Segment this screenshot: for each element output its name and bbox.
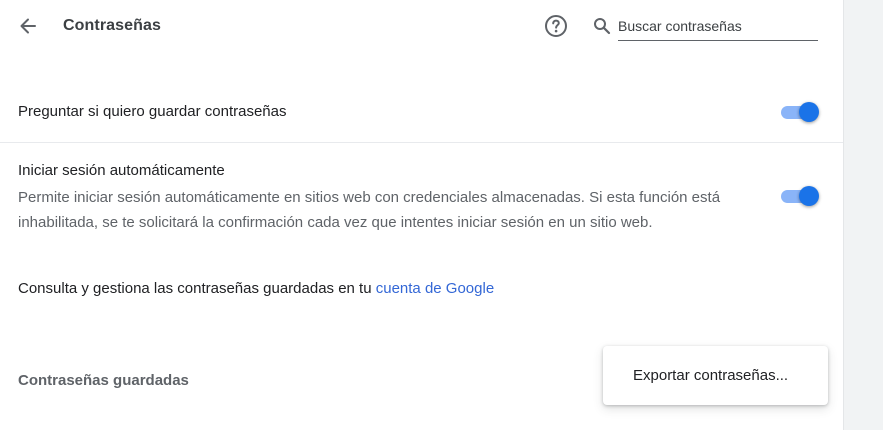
saved-passwords-heading: Contraseñas guardadas — [18, 372, 189, 389]
page-title: Contraseñas — [63, 17, 162, 34]
page-edge-divider — [843, 0, 844, 430]
search-input[interactable] — [618, 12, 818, 41]
passwords-overflow-menu: Exportar contraseñas... — [603, 346, 828, 405]
back-button[interactable] — [12, 12, 44, 44]
auto-signin-description: Permite iniciar sesión automáticamente e… — [18, 189, 721, 231]
toggle-knob — [799, 186, 819, 206]
google-account-text: Consulta y gestiona las contraseñas guar… — [18, 280, 494, 297]
offer-to-save-label: Preguntar si quiero guardar contraseñas — [18, 103, 287, 120]
auto-signin-label: Iniciar sesión automáticamente — [18, 162, 225, 179]
divider — [0, 142, 843, 143]
google-account-link[interactable]: cuenta de Google — [376, 280, 494, 297]
arrow-back-icon — [18, 16, 38, 41]
settings-card: Contraseñas Preguntar si quiero guardar … — [0, 0, 843, 430]
google-account-prefix: Consulta y gestiona las contraseñas guar… — [18, 280, 376, 297]
export-passwords-menu-item[interactable]: Exportar contraseñas... — [603, 346, 828, 405]
search-icon[interactable] — [593, 17, 611, 35]
help-button[interactable] — [542, 14, 570, 42]
auto-signin-toggle[interactable] — [779, 186, 819, 206]
page-header: Contraseñas — [0, 0, 843, 56]
toggle-knob — [799, 102, 819, 122]
offer-to-save-toggle[interactable] — [779, 102, 819, 122]
help-circle-icon — [544, 14, 568, 43]
